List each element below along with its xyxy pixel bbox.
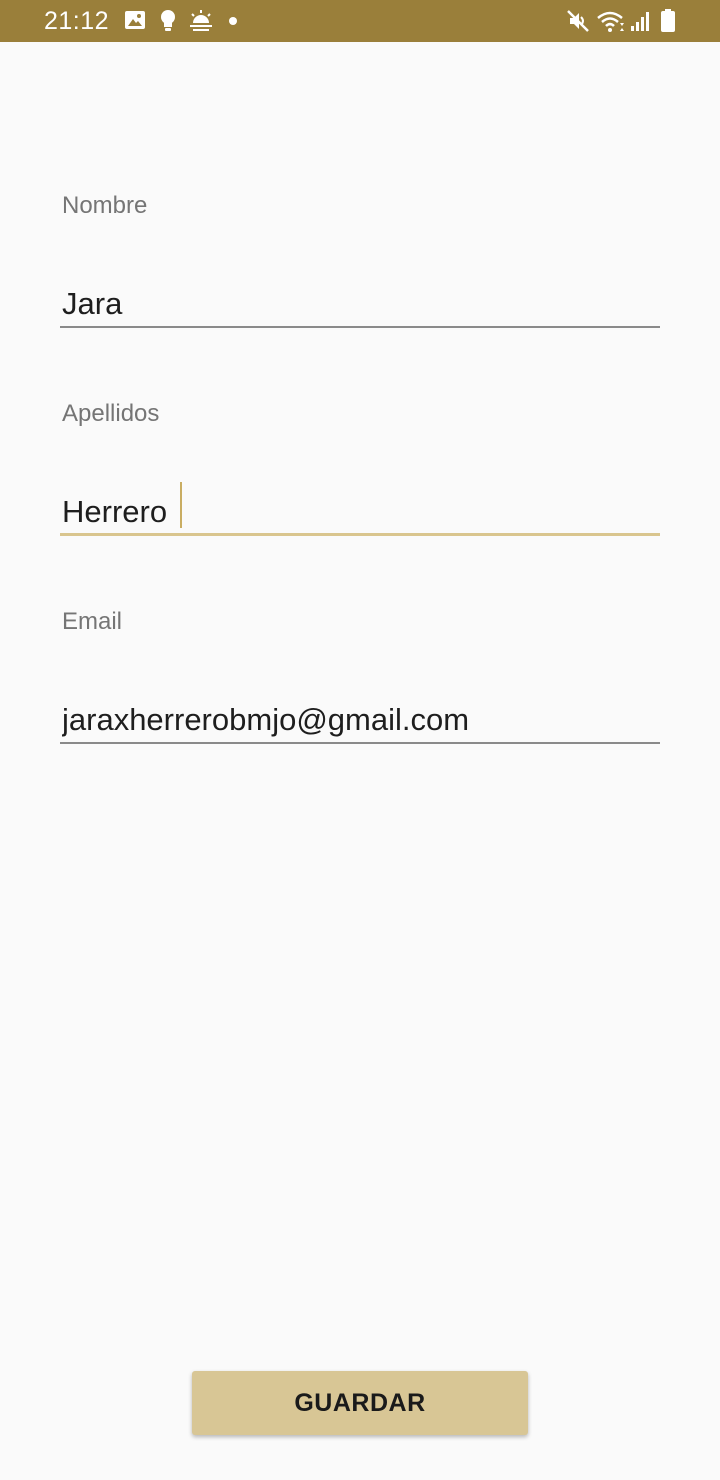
dot-icon (228, 9, 238, 33)
weather-icon (188, 9, 214, 33)
email-field[interactable] (60, 698, 660, 744)
battery-icon (660, 9, 676, 33)
apellidos-field[interactable] (60, 490, 660, 536)
image-icon (124, 9, 146, 33)
nombre-field[interactable] (60, 282, 660, 328)
mute-icon (566, 9, 590, 33)
bulb-icon (159, 9, 177, 33)
status-time: 21:12 (44, 7, 110, 35)
nombre-label: Nombre (62, 192, 148, 219)
save-button[interactable]: GUARDAR (192, 1371, 528, 1435)
signal-icon (630, 9, 650, 33)
email-label: Email (62, 608, 123, 635)
status-bar: 21:12 (0, 0, 720, 42)
text-cursor (180, 482, 182, 528)
apellidos-label: Apellidos (62, 400, 160, 427)
wifi-icon (596, 9, 626, 33)
